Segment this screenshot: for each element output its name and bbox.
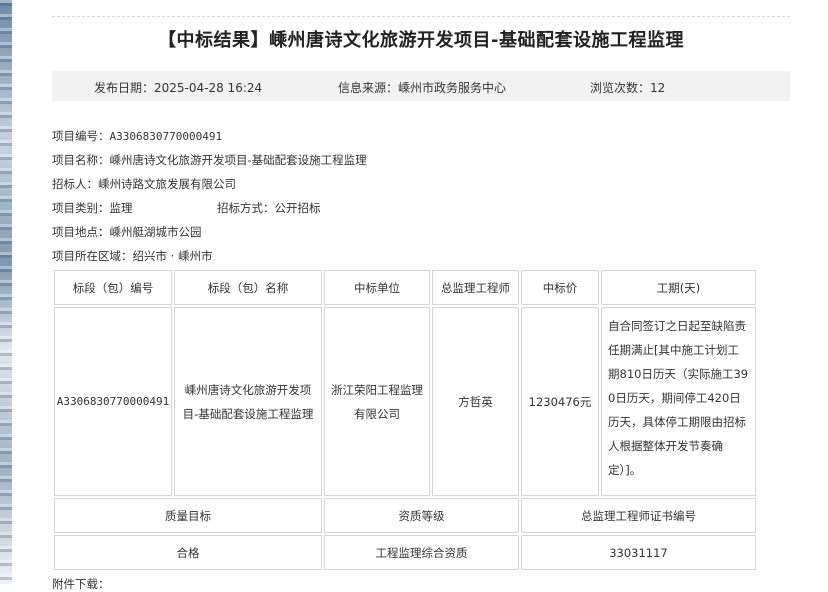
method-value: 公开招标 xyxy=(274,201,321,215)
field-label: 项目名称： xyxy=(52,153,110,167)
header-qualification: 资质等级 xyxy=(324,498,519,533)
field-project-name: 项目名称：嵊州唐诗文化旅游开发项目-基础配套设施工程监理 xyxy=(52,152,367,168)
cell-quality-target: 合格 xyxy=(54,535,322,570)
header-price: 中标价 xyxy=(521,270,599,305)
field-tenderer: 招标人：嵊州诗路文旅发展有限公司 xyxy=(52,176,236,192)
header-winner: 中标单位 xyxy=(324,270,430,305)
cell-chief-engineer: 方哲英 xyxy=(432,307,519,496)
attachment-label: 附件下载： xyxy=(52,577,110,591)
project-no-value: A3306830770000491 xyxy=(109,130,223,143)
bid-result-table: 标段（包）编号 标段（包）名称 中标单位 总监理工程师 中标价 工期(天) A3… xyxy=(52,268,758,572)
cell-period: 自合同签订之日起至缺陷责任期满止[其中施工计划工期810日历天（实际施工390日… xyxy=(601,307,756,496)
header-section-name: 标段（包）名称 xyxy=(174,270,322,305)
cell-price: 1230476元 xyxy=(521,307,599,496)
field-method: 招标方式：公开招标 xyxy=(217,200,321,216)
field-label: 项目所在区域： xyxy=(52,249,133,263)
publish-date: 发布日期：2025-04-28 16:24 xyxy=(94,81,263,95)
announcement-content: 【中标结果】嵊州唐诗文化旅游开发项目-基础配套设施工程监理 发布日期：2025-… xyxy=(52,0,790,591)
field-label: 项目地点： xyxy=(52,225,110,239)
cell-certificate-no: 33031117 xyxy=(521,535,756,570)
cell-qualification: 工程监理综合资质 xyxy=(324,535,519,570)
view-count: 浏览次数：12 xyxy=(590,81,666,95)
header-quality-target: 质量目标 xyxy=(54,498,322,533)
cell-section-no: A3306830770000491 xyxy=(54,307,172,496)
cell-section-name: 嵊州唐诗文化旅游开发项目-基础配套设施工程监理 xyxy=(174,307,322,496)
project-name-value: 嵊州唐诗文化旅游开发项目-基础配套设施工程监理 xyxy=(109,153,367,167)
info-bar: 发布日期：2025-04-28 16:24 信息来源：嵊州市政务服务中心 浏览次… xyxy=(52,71,790,101)
left-decoration-strip xyxy=(0,0,12,584)
field-location: 项目地点：嵊州艇湖城市公园 xyxy=(52,224,202,240)
header-section-no: 标段（包）编号 xyxy=(54,270,172,305)
header-period: 工期(天) xyxy=(601,270,756,305)
tenderer-value: 嵊州诗路文旅发展有限公司 xyxy=(98,177,236,191)
category-value: 监理 xyxy=(109,201,133,215)
region-value: 绍兴市 · 嵊州市 xyxy=(132,249,213,263)
header-certificate-no: 总监理工程师证书编号 xyxy=(521,498,756,533)
field-label: 招标方式： xyxy=(217,201,275,215)
page-title: 【中标结果】嵊州唐诗文化旅游开发项目-基础配套设施工程监理 xyxy=(158,30,684,51)
header-chief-engineer: 总监理工程师 xyxy=(432,270,519,305)
info-source: 信息来源：嵊州市政务服务中心 xyxy=(338,81,507,95)
field-category: 项目类别：监理 xyxy=(52,200,133,216)
field-project-no: 项目编号：A3306830770000491 xyxy=(52,128,222,144)
location-value: 嵊州艇湖城市公园 xyxy=(109,225,202,239)
quality-value-row: 合格 工程监理综合资质 33031117 xyxy=(54,535,756,570)
field-label: 项目类别： xyxy=(52,201,110,215)
field-region: 项目所在区域：绍兴市 · 嵊州市 xyxy=(52,248,212,264)
cell-winner: 浙江荣阳工程监理有限公司 xyxy=(324,307,430,496)
top-divider xyxy=(52,16,790,17)
field-label: 项目编号： xyxy=(52,129,110,143)
table-header-row: 标段（包）编号 标段（包）名称 中标单位 总监理工程师 中标价 工期(天) xyxy=(54,270,756,305)
quality-header-row: 质量目标 资质等级 总监理工程师证书编号 xyxy=(54,498,756,533)
table-row: A3306830770000491 嵊州唐诗文化旅游开发项目-基础配套设施工程监… xyxy=(54,307,756,496)
field-label: 招标人： xyxy=(52,177,98,191)
